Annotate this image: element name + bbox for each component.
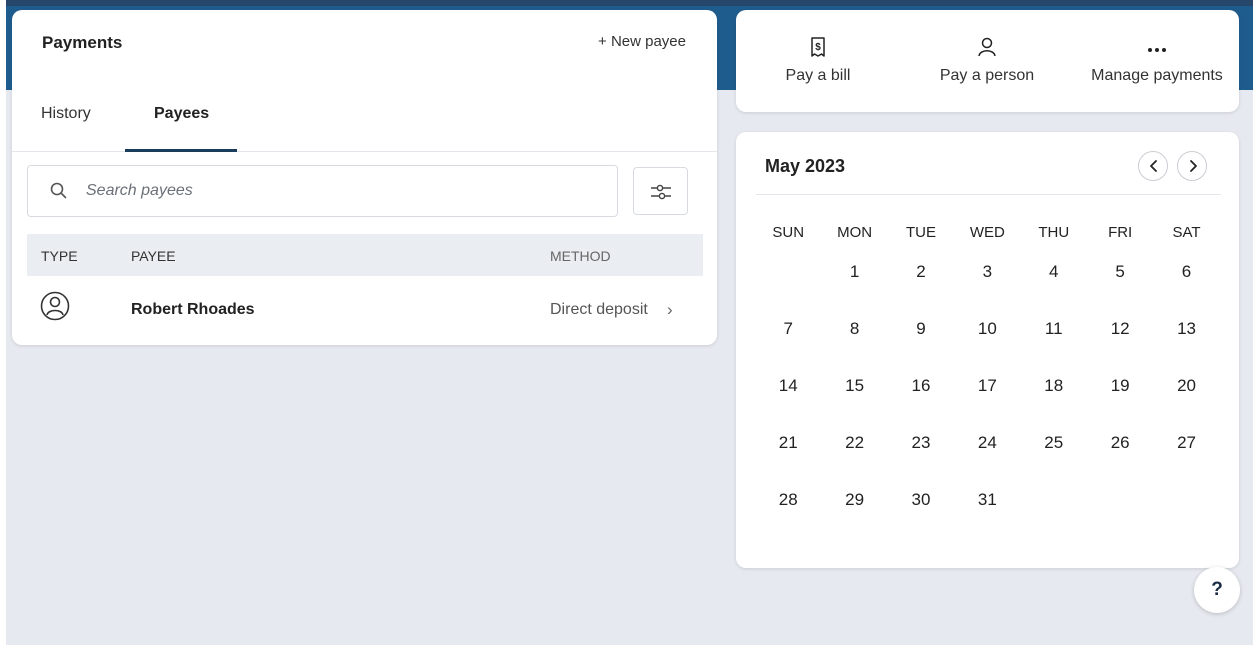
calendar-day[interactable]: 8 <box>821 319 887 362</box>
search-icon <box>50 182 67 199</box>
calendar-day[interactable]: 7 <box>755 319 821 362</box>
quick-actions-card: $ Pay a bill Pay a person Manage payment… <box>736 10 1239 112</box>
weekday-label: SAT <box>1172 224 1201 241</box>
header-band-stripe <box>6 0 1253 6</box>
calendar-day[interactable]: 26 <box>1087 433 1153 476</box>
pay-a-person-button[interactable]: Pay a person <box>932 10 1042 112</box>
calendar-day[interactable]: 17 <box>954 376 1020 419</box>
payee-method: Direct deposit <box>550 301 648 318</box>
calendar-day[interactable]: 2 <box>888 262 954 305</box>
calendar-divider <box>756 194 1221 195</box>
bill-dollar-icon: $ <box>811 37 825 57</box>
calendar-empty-cell <box>755 262 821 305</box>
chevron-right-icon <box>1190 160 1197 172</box>
calendar-day[interactable]: 22 <box>821 433 887 476</box>
calendar-day[interactable]: 9 <box>888 319 954 362</box>
help-button[interactable]: ? <box>1194 567 1240 613</box>
weekday-label: MON <box>837 224 873 241</box>
weekday-label: FRI <box>1108 224 1133 241</box>
calendar-day[interactable]: 20 <box>1153 376 1219 419</box>
tab-history[interactable]: History <box>41 105 91 123</box>
chevron-right-icon: › <box>667 300 673 319</box>
calendar-day[interactable]: 27 <box>1153 433 1219 476</box>
chevron-left-icon <box>1150 160 1157 172</box>
calendar-day[interactable]: 13 <box>1153 319 1219 362</box>
calendar-week-row: 123456 <box>755 248 1220 305</box>
calendar-day[interactable]: 6 <box>1153 262 1219 305</box>
table-row[interactable]: Robert Rhoades Direct deposit › <box>27 276 703 345</box>
pay-a-bill-label: Pay a bill <box>785 67 851 84</box>
active-tab-indicator <box>125 149 237 152</box>
search-input[interactable] <box>86 176 586 206</box>
calendar-day[interactable]: 18 <box>1021 376 1087 419</box>
calendar-day[interactable]: 16 <box>888 376 954 419</box>
manage-payments-button[interactable]: Manage payments <box>1083 10 1231 112</box>
sliders-icon <box>651 184 671 200</box>
calendar-day[interactable]: 11 <box>1021 319 1087 362</box>
calendar-month-label: May 2023 <box>765 156 846 176</box>
column-header-method: METHOD <box>550 248 611 264</box>
svg-text:$: $ <box>815 42 821 53</box>
calendar-day[interactable]: 30 <box>888 490 954 533</box>
payee-name: Robert Rhoades <box>131 301 255 318</box>
pay-a-person-label: Pay a person <box>939 67 1035 84</box>
manage-payments-label: Manage payments <box>1091 67 1223 84</box>
calendar-day[interactable]: 28 <box>755 490 821 533</box>
calendar-day[interactable]: 12 <box>1087 319 1153 362</box>
person-icon <box>978 37 996 57</box>
calendar-day[interactable]: 3 <box>954 262 1020 305</box>
calendar-week-row: 7 8 9 10 11 12 13 <box>755 305 1220 362</box>
calendar-empty-cell <box>1153 490 1219 533</box>
filter-button[interactable] <box>633 167 688 215</box>
weekday-label: WED <box>969 224 1005 241</box>
calendar-day[interactable]: 23 <box>888 433 954 476</box>
payments-card: Payments + New payee History Payees TYPE… <box>12 10 717 345</box>
tab-payees[interactable]: Payees <box>154 105 209 123</box>
new-payee-link[interactable]: + New payee <box>598 33 686 50</box>
person-icon <box>40 291 70 321</box>
weekday-label: TUE <box>905 224 936 241</box>
calendar-day[interactable]: 24 <box>954 433 1020 476</box>
calendar-day[interactable]: 19 <box>1087 376 1153 419</box>
payments-tabs: History Payees <box>12 88 717 152</box>
weekday-header-row: SUN MON TUE WED THU FRI SAT <box>755 224 1220 244</box>
calendar-day[interactable]: 5 <box>1087 262 1153 305</box>
column-header-payee: PAYEE <box>131 248 176 264</box>
search-box <box>27 165 618 217</box>
calendar-week-row: 28 29 30 31 <box>755 476 1220 533</box>
calendar-day[interactable]: 10 <box>954 319 1020 362</box>
calendar-card: May 2023 SUN MON TUE WED THU FRI SAT 123… <box>736 132 1239 568</box>
calendar-day[interactable]: 15 <box>821 376 887 419</box>
calendar-day[interactable]: 25 <box>1021 433 1087 476</box>
calendar-day[interactable]: 14 <box>755 376 821 419</box>
weekday-label: THU <box>1038 224 1070 241</box>
calendar-empty-cell <box>1021 490 1087 533</box>
calendar-grid: SUN MON TUE WED THU FRI SAT 1 2 3 4 5 6 7 8 9 10 1… <box>755 224 1220 533</box>
calendar-day[interactable]: 31 <box>954 490 1020 533</box>
calendar-empty-cell <box>1087 490 1153 533</box>
calendar-week-row: 21 22 23 24 25 26 27 <box>755 419 1220 476</box>
payments-title: Payments <box>42 33 123 52</box>
calendar-day[interactable]: 29 <box>821 490 887 533</box>
calendar-day[interactable]: 1 <box>821 262 887 305</box>
previous-month-button[interactable] <box>1138 151 1168 181</box>
calendar-day[interactable]: 4 <box>1021 262 1087 305</box>
next-month-button[interactable] <box>1177 151 1207 181</box>
more-horizontal-icon <box>1148 48 1166 52</box>
calendar-week-row: 14 15 16 17 18 19 20 <box>755 362 1220 419</box>
payees-table-header: TYPE PAYEE METHOD <box>27 234 703 276</box>
weekday-label: SUN <box>772 224 805 241</box>
payments-header: Payments + New payee <box>12 10 717 70</box>
column-header-type: TYPE <box>41 248 78 264</box>
pay-a-bill-button[interactable]: $ Pay a bill <box>768 10 868 112</box>
calendar-days: 1 2 3 4 5 6 7 8 9 10 11 12 13 14 15 16 17 18 19 20 21 22 23 24 2… <box>755 248 1220 533</box>
calendar-day[interactable]: 21 <box>755 433 821 476</box>
